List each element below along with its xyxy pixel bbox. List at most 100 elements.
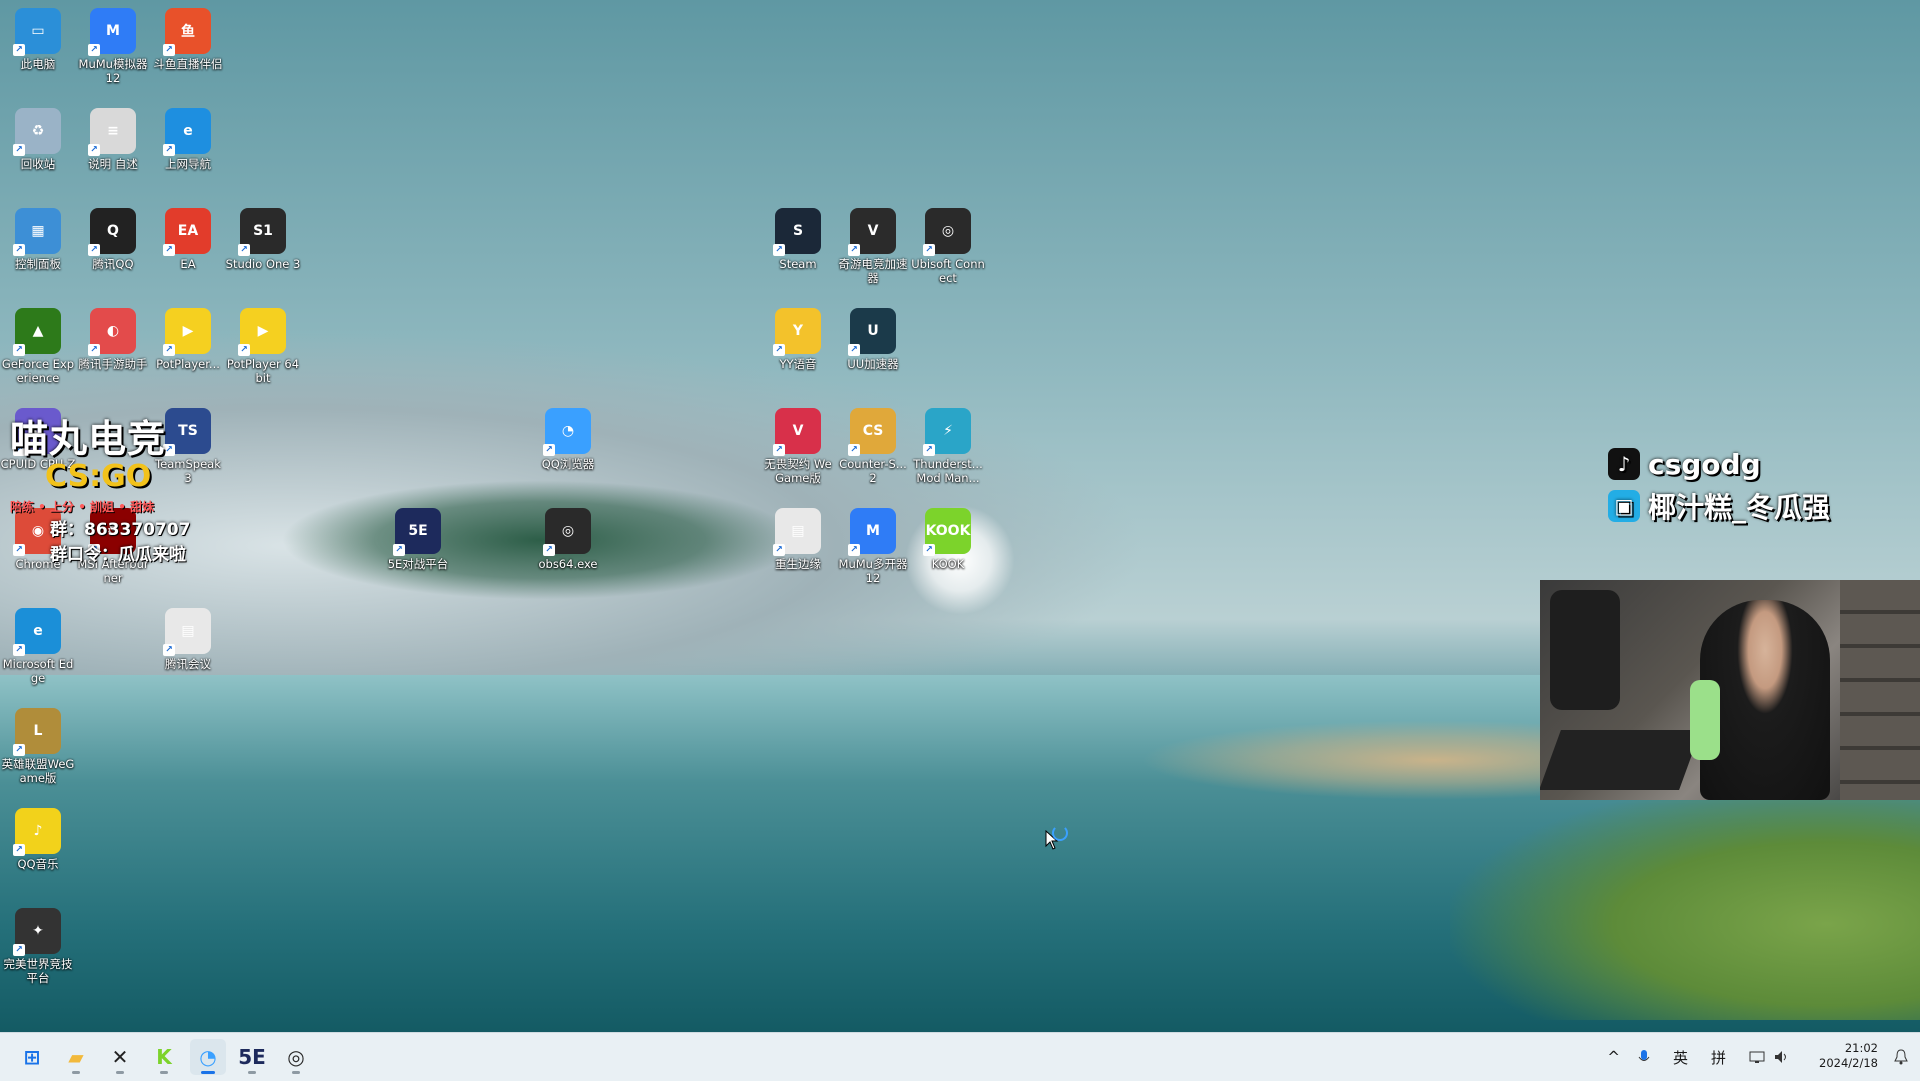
desktop-icon[interactable]: ◎ ↗ obs64.exe — [530, 508, 606, 571]
app-icon: CS ↗ — [848, 408, 896, 456]
taskbar-file-explorer[interactable]: ▰ — [58, 1039, 94, 1075]
bilibili-row: ▣ 椰汁糕_冬瓜强 — [1608, 485, 1830, 527]
system-clock[interactable]: 21:02 2024/2/18 — [1819, 1041, 1878, 1071]
shortcut-arrow-icon: ↗ — [13, 244, 25, 256]
app-icon: ♪ ↗ — [13, 808, 61, 856]
taskbar-studio-one[interactable]: ✕ — [102, 1039, 138, 1075]
desktop-icon[interactable]: S ↗ Steam — [760, 208, 836, 271]
notification-bell-icon[interactable] — [1894, 1033, 1908, 1081]
app-glyph: ▲ — [32, 323, 44, 339]
desktop-icon-label: 回收站 — [20, 157, 56, 171]
app-glyph: EA — [177, 223, 199, 239]
app-icon: L ↗ — [13, 708, 61, 756]
network-icon[interactable] — [1749, 1033, 1765, 1081]
desktop-icon[interactable]: ▶ ↗ PotPlayer... — [150, 308, 226, 371]
desktop-icon[interactable]: ♪ ↗ QQ音乐 — [0, 808, 76, 871]
running-indicator — [72, 1071, 80, 1074]
app-glyph: ▶ — [182, 323, 194, 339]
app-glyph: ◎ — [941, 223, 955, 239]
desktop-icon[interactable]: M ↗ MuMu模拟器12 — [75, 8, 151, 85]
desktop-icon-label: 腾讯手游助手 — [78, 357, 148, 371]
app-glyph: Y — [792, 323, 804, 339]
desktop-icon[interactable]: 5E ↗ 5E对战平台 — [380, 508, 456, 571]
app-icon: U ↗ — [848, 308, 896, 356]
desktop-icon[interactable]: ◐ ↗ 腾讯手游助手 — [75, 308, 151, 371]
running-indicator — [248, 1071, 256, 1074]
taskbar-kook[interactable]: K — [146, 1039, 182, 1075]
app-glyph: L — [33, 723, 43, 739]
desktop-icon[interactable]: S1 ↗ Studio One 3 — [225, 208, 301, 271]
taskbar-obs[interactable]: ◎ — [278, 1039, 314, 1075]
shortcut-arrow-icon: ↗ — [848, 244, 860, 256]
desktop-icon[interactable]: KOOK ↗ KOOK — [910, 508, 986, 571]
app-icon: ⚡ ↗ — [923, 408, 971, 456]
taskbar-start[interactable]: ⊞ — [14, 1039, 50, 1075]
ime-mode[interactable]: 拼 — [1711, 1033, 1726, 1081]
desktop-icon[interactable]: ▶ ↗ PotPlayer 64 bit — [225, 308, 301, 385]
desktop-icon[interactable]: ▲ ↗ GeForce Experience — [0, 308, 76, 385]
app-icon: M ↗ — [88, 8, 136, 56]
desktop-icon-label: KOOK — [931, 557, 965, 571]
desktop-icon[interactable]: ≡ ↗ 说明 自述 — [75, 108, 151, 171]
shortcut-arrow-icon: ↗ — [238, 244, 250, 256]
shortcut-arrow-icon: ↗ — [923, 544, 935, 556]
taskbar-5e-platform[interactable]: 5E — [234, 1039, 270, 1075]
shortcut-arrow-icon: ↗ — [13, 344, 25, 356]
shortcut-arrow-icon: ↗ — [393, 544, 405, 556]
desktop-icon[interactable]: V ↗ 无畏契约 WeGame版 — [760, 408, 836, 485]
shortcut-arrow-icon: ↗ — [848, 544, 860, 556]
desktop-icon[interactable]: CS ↗ Counter-S... 2 — [835, 408, 911, 485]
desktop-icon[interactable]: ▭ ↗ 此电脑 — [0, 8, 76, 71]
desktop-icon-label: 控制面板 — [15, 257, 61, 271]
desktop-icon[interactable]: ◎ ↗ Ubisoft Connect — [910, 208, 986, 285]
app-glyph: ♪ — [33, 823, 43, 839]
desktop-icon[interactable]: ▦ ↗ 控制面板 — [0, 208, 76, 271]
desktop-icon-label: Steam — [779, 257, 817, 271]
desktop-icon[interactable]: L ↗ 英雄联盟WeGame版 — [0, 708, 76, 785]
desktop-icon[interactable]: Q ↗ 腾讯QQ — [75, 208, 151, 271]
desktop-icon[interactable]: e ↗ 上网导航 — [150, 108, 226, 171]
app-glyph: 5E — [408, 523, 428, 539]
desktop-icon[interactable]: ▤ ↗ 腾讯会议 — [150, 608, 226, 671]
tray-overflow-chevron[interactable]: ^ — [1607, 1033, 1620, 1081]
douyin-row: ♪ csgodg — [1608, 443, 1830, 485]
desktop-icon-label: PotPlayer 64 bit — [226, 357, 300, 385]
app-icon: ♻ ↗ — [13, 108, 61, 156]
douyin-handle: csgodg — [1648, 447, 1761, 481]
desktop-icon[interactable]: U ↗ UU加速器 — [835, 308, 911, 371]
desktop-icon[interactable]: M ↗ MuMu多开器12 — [835, 508, 911, 585]
douyin-icon: ♪ — [1608, 448, 1640, 480]
app-icon: ▶ ↗ — [163, 308, 211, 356]
webcam-overlay — [1540, 580, 1920, 800]
shortcut-arrow-icon: ↗ — [848, 444, 860, 456]
desktop-icon-label: obs64.exe — [538, 557, 598, 571]
desktop-icon[interactable]: ▤ ↗ 重生边缘 — [760, 508, 836, 571]
app-icon: ▤ ↗ — [773, 508, 821, 556]
shortcut-arrow-icon: ↗ — [543, 444, 555, 456]
desktop-icon-label: 5E对战平台 — [387, 557, 449, 571]
shortcut-arrow-icon: ↗ — [163, 244, 175, 256]
desktop-icon-label: UU加速器 — [847, 357, 899, 371]
volume-icon[interactable] — [1774, 1033, 1790, 1081]
desktop-icon[interactable]: V ↗ 奇游电竞加速器 — [835, 208, 911, 285]
app-glyph: ⚡ — [943, 423, 953, 439]
clock-date: 2024/2/18 — [1819, 1056, 1878, 1070]
desktop-icon[interactable]: ♻ ↗ 回收站 — [0, 108, 76, 171]
app-icon: 5E ↗ — [393, 508, 441, 556]
desktop-icon[interactable]: e ↗ Microsoft Edge — [0, 608, 76, 685]
desktop-icon[interactable]: 鱼 ↗ 斗鱼直播伴侣 — [150, 8, 226, 71]
app-glyph: ◔ — [561, 423, 575, 439]
taskbar-qq-browser[interactable]: ◔ — [190, 1039, 226, 1075]
obs-icon: ◎ — [287, 1045, 305, 1069]
microphone-icon[interactable] — [1638, 1033, 1650, 1081]
desktop-icon[interactable]: Y ↗ YY语音 — [760, 308, 836, 371]
desktop-icon[interactable]: EA ↗ EA — [150, 208, 226, 271]
desktop-icon[interactable]: ◔ ↗ QQ浏览器 — [530, 408, 606, 471]
start-icon: ⊞ — [23, 1045, 41, 1069]
brand-game: CS:GO — [45, 459, 152, 494]
input-language[interactable]: 英 — [1673, 1033, 1688, 1081]
webcam-keyboard — [1540, 730, 1701, 790]
desktop-icon[interactable]: ✦ ↗ 完美世界竞技平台 — [0, 908, 76, 985]
desktop-icon[interactable]: ⚡ ↗ Thunderst... Mod Man... — [910, 408, 986, 485]
app-glyph: U — [867, 323, 879, 339]
